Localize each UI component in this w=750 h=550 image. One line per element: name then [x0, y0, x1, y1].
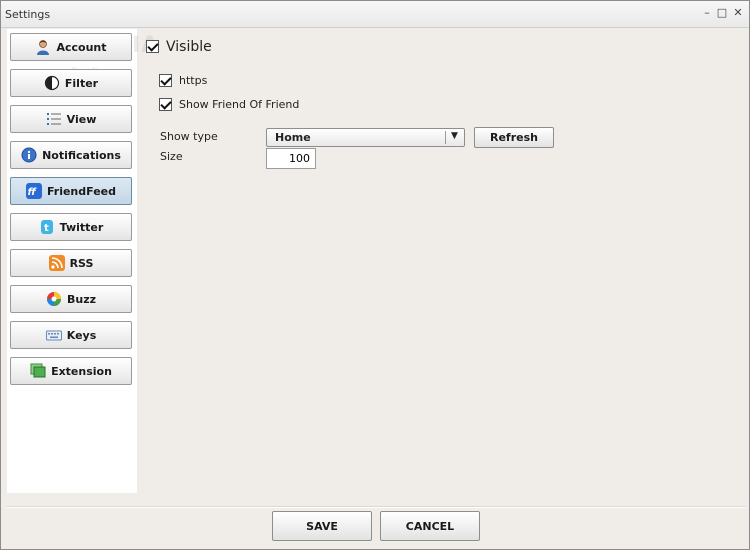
- refresh-button[interactable]: Refresh: [474, 127, 554, 148]
- window-title: Settings: [5, 8, 51, 21]
- dropdown-separator: [445, 131, 446, 144]
- maximize-icon[interactable]: □: [715, 6, 729, 20]
- sidebar-item-label: Filter: [64, 76, 99, 90]
- sidebar: SOFTPEDIA www.softpedia.com Account Filt…: [7, 29, 158, 493]
- sidebar-item-label: View: [66, 112, 97, 126]
- https-label: https: [179, 74, 208, 87]
- rss-icon: [48, 255, 65, 271]
- sidebar-item-label: Account: [56, 40, 107, 54]
- sidebar-item-label: Twitter: [59, 220, 104, 234]
- sidebar-item-label: Notifications: [42, 148, 121, 162]
- keyboard-icon: [45, 327, 62, 343]
- sidebar-item-label: FriendFeed: [46, 184, 117, 198]
- show-friend-of-friend-label: Show Friend Of Friend: [179, 98, 300, 111]
- sidebar-item-label: RSS: [69, 256, 94, 270]
- show-type-label: Show type: [160, 130, 218, 143]
- sidebar-item-label: Keys: [66, 328, 97, 342]
- extension-icon: [30, 363, 46, 379]
- settings-window: Settings – □ ✕ SOFTPEDIA www.softpedia.c…: [0, 0, 750, 550]
- sidebar-item-extension[interactable]: Extension: [10, 357, 132, 385]
- sidebar-item-label: Buzz: [66, 292, 97, 306]
- visible-checkbox[interactable]: [146, 40, 159, 53]
- sidebar-item-rss[interactable]: RSS: [10, 249, 132, 277]
- minimize-icon[interactable]: –: [700, 6, 714, 20]
- account-icon: [35, 39, 51, 55]
- svg-text:t: t: [44, 223, 49, 234]
- show-type-value: Home: [275, 131, 311, 144]
- sidebar-item-keys[interactable]: Keys: [10, 321, 132, 349]
- visible-label: Visible: [166, 39, 212, 55]
- save-button[interactable]: SAVE: [272, 511, 372, 541]
- friendfeed-icon: ff: [25, 183, 42, 199]
- size-input[interactable]: [266, 148, 316, 169]
- sidebar-item-notifications[interactable]: Notifications: [10, 141, 132, 169]
- sidebar-item-account[interactable]: Account: [10, 33, 132, 61]
- show-type-dropdown[interactable]: Home ▼: [266, 128, 465, 147]
- sidebar-item-friendfeed[interactable]: ff FriendFeed: [10, 177, 132, 205]
- title-bar[interactable]: Settings – □ ✕: [1, 1, 749, 28]
- close-icon[interactable]: ✕: [731, 6, 745, 20]
- filter-icon: [44, 75, 60, 91]
- sidebar-item-buzz[interactable]: Buzz: [10, 285, 132, 313]
- cancel-button[interactable]: CANCEL: [380, 511, 480, 541]
- sidebar-item-twitter[interactable]: t Twitter: [10, 213, 132, 241]
- sidebar-item-filter[interactable]: Filter: [10, 69, 132, 97]
- sidebar-item-view[interactable]: View: [10, 105, 132, 133]
- footer-bar: [6, 506, 746, 547]
- buzz-icon: [46, 291, 62, 307]
- size-label: Size: [160, 150, 183, 163]
- twitter-icon: t: [39, 219, 55, 235]
- chevron-down-icon[interactable]: ▼: [451, 131, 458, 141]
- sidebar-item-label: Extension: [51, 364, 112, 378]
- https-checkbox[interactable]: [159, 74, 172, 87]
- list-icon: [46, 111, 62, 127]
- show-friend-of-friend-checkbox[interactable]: [159, 98, 172, 111]
- info-icon: [21, 147, 37, 163]
